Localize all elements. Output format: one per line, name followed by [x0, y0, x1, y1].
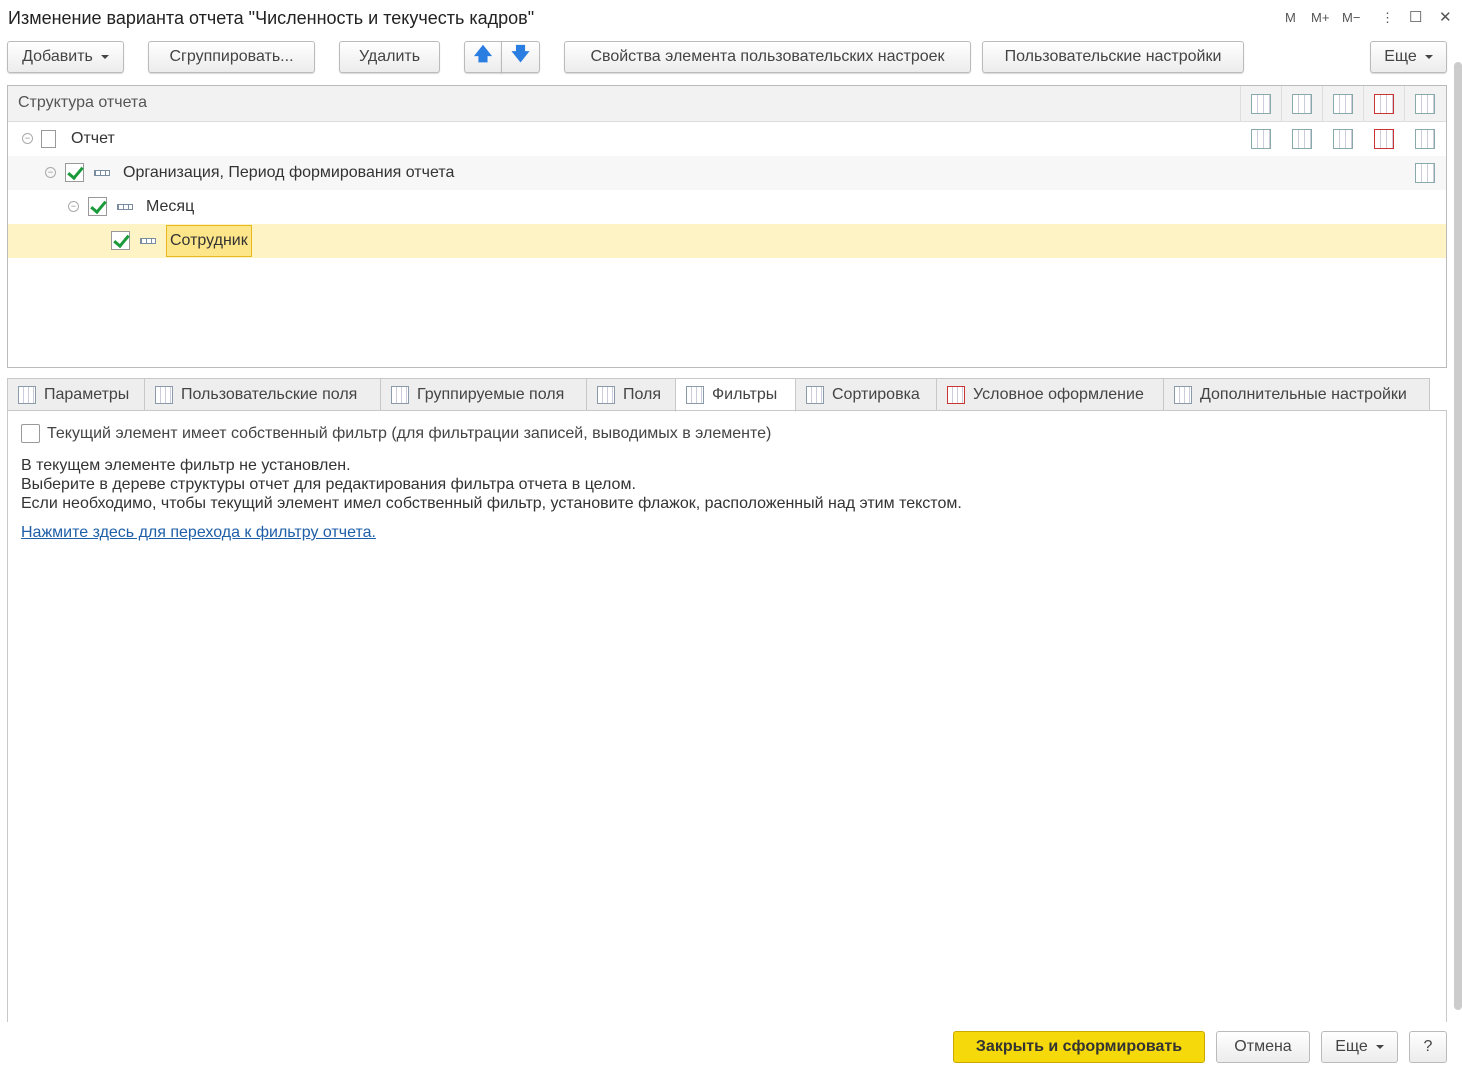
tree-row-label: Организация, Период формирования отчета	[123, 164, 455, 181]
tab-grouping-fields[interactable]: Группируемые поля	[380, 378, 587, 411]
tree-row-employee[interactable]: Сотрудник	[8, 224, 1446, 258]
tab-sorting[interactable]: Сортировка	[795, 378, 937, 411]
own-filter-checkbox[interactable]	[21, 424, 40, 443]
move-down-button[interactable]: 🡇	[501, 41, 540, 73]
checkbox-checked[interactable]	[65, 163, 84, 182]
add-button[interactable]: Добавить	[7, 41, 124, 73]
column-sort-icon[interactable]	[1322, 86, 1363, 121]
tab-label: Сортировка	[832, 385, 920, 403]
checkbox-checked[interactable]	[88, 197, 107, 216]
info-line: Выберите в дереве структуры отчет для ре…	[21, 476, 636, 493]
m-plus-button[interactable]: M+	[1311, 10, 1329, 25]
user-fields-icon	[155, 385, 173, 404]
settings-icon	[1415, 129, 1435, 149]
collapse-icon[interactable]: −	[68, 201, 79, 212]
appearance-icon	[947, 385, 965, 404]
settings-icon	[1174, 385, 1192, 404]
tree-row-report[interactable]: − Отчет	[8, 122, 1446, 156]
chevron-down-icon	[100, 55, 109, 59]
close-icon[interactable]: ✕	[1439, 8, 1452, 26]
tab-filters[interactable]: Фильтры	[675, 378, 796, 412]
settings-icon	[1415, 163, 1435, 183]
tree-row-label: Месяц	[146, 198, 195, 215]
add-label: Добавить	[22, 48, 93, 65]
user-settings-button[interactable]: Пользовательские настройки	[982, 41, 1244, 73]
tab-parameters[interactable]: Параметры	[7, 378, 145, 411]
grouping-icon	[140, 238, 156, 244]
tab-label: Условное оформление	[973, 385, 1144, 403]
grouping-icon	[94, 170, 110, 176]
cancel-button[interactable]: Отмена	[1216, 1031, 1310, 1063]
tree-row-month[interactable]: − Месяц	[8, 190, 1446, 224]
window-title: Изменение варианта отчета "Численность и…	[8, 8, 535, 28]
tree-row-label: Сотрудник	[166, 225, 252, 257]
chevron-down-icon	[1424, 55, 1433, 59]
tab-label: Поля	[623, 385, 662, 403]
tree-header: Структура отчета	[8, 86, 1446, 122]
m-button[interactable]: M	[1285, 10, 1296, 25]
tab-user-fields[interactable]: Пользовательские поля	[144, 378, 381, 411]
tab-label: Пользовательские поля	[181, 385, 358, 403]
move-up-button[interactable]: 🡅	[464, 41, 502, 73]
tab-fields[interactable]: Поля	[586, 378, 676, 411]
column-appearance-icon[interactable]	[1363, 86, 1404, 121]
column-filter-icon[interactable]	[1281, 86, 1322, 121]
document-icon	[41, 130, 56, 148]
close-and-generate-button[interactable]: Закрыть и сформировать	[953, 1031, 1205, 1063]
collapse-icon[interactable]: −	[22, 133, 33, 144]
fields-icon	[1251, 129, 1271, 149]
tree-row-label: Отчет	[71, 130, 115, 147]
more-button[interactable]: Еще	[1370, 41, 1447, 73]
help-button[interactable]: ?	[1409, 1031, 1447, 1063]
sort-icon	[806, 385, 824, 404]
grouping-fields-icon	[391, 385, 409, 404]
info-line: Если необходимо, чтобы текущий элемент и…	[21, 495, 962, 512]
filter-icon	[686, 386, 704, 404]
own-filter-label: Текущий элемент имеет собственный фильтр…	[47, 425, 772, 442]
appearance-icon	[1374, 129, 1394, 149]
filters-panel: Текущий элемент имеет собственный фильтр…	[7, 410, 1447, 1022]
parameters-icon	[18, 385, 36, 404]
column-fields-icon[interactable]	[1240, 86, 1281, 121]
footer-more-button[interactable]: Еще	[1321, 1031, 1398, 1063]
filter-icon	[1292, 129, 1312, 149]
more-label: Еще	[1335, 1038, 1368, 1055]
chevron-down-icon	[1375, 1045, 1384, 1049]
report-filter-link[interactable]: Нажмите здесь для перехода к фильтру отч…	[21, 524, 376, 542]
grouping-icon	[117, 204, 133, 210]
tree-header-label: Структура отчета	[18, 94, 147, 111]
tab-additional-settings[interactable]: Дополнительные настройки	[1163, 378, 1430, 411]
sort-icon	[1333, 129, 1353, 149]
tab-conditional-formatting[interactable]: Условное оформление	[936, 378, 1164, 411]
info-line: В текущем элементе фильтр не установлен.	[21, 457, 351, 474]
element-properties-button[interactable]: Свойства элемента пользовательских настр…	[564, 41, 971, 73]
tab-label: Параметры	[44, 385, 130, 403]
more-label: Еще	[1384, 48, 1417, 65]
scrollbar[interactable]	[1454, 62, 1462, 1010]
delete-button[interactable]: Удалить	[339, 41, 440, 73]
column-settings-icon[interactable]	[1404, 86, 1445, 121]
collapse-icon[interactable]: −	[45, 167, 56, 178]
group-button[interactable]: Сгруппировать...	[148, 41, 315, 73]
tab-label: Дополнительные настройки	[1200, 385, 1407, 403]
tab-label: Группируемые поля	[417, 385, 565, 403]
more-menu-icon[interactable]: ⋮	[1381, 10, 1394, 26]
report-structure-tree[interactable]: Структура отчета − Отчет − Организация, …	[7, 85, 1447, 368]
tab-label: Фильтры	[712, 386, 778, 403]
fields-icon	[597, 385, 615, 404]
maximize-icon[interactable]: ☐	[1409, 8, 1422, 26]
m-minus-button[interactable]: M−	[1342, 10, 1360, 25]
checkbox-checked[interactable]	[111, 231, 130, 250]
tree-row-organization[interactable]: − Организация, Период формирования отчет…	[8, 156, 1446, 190]
